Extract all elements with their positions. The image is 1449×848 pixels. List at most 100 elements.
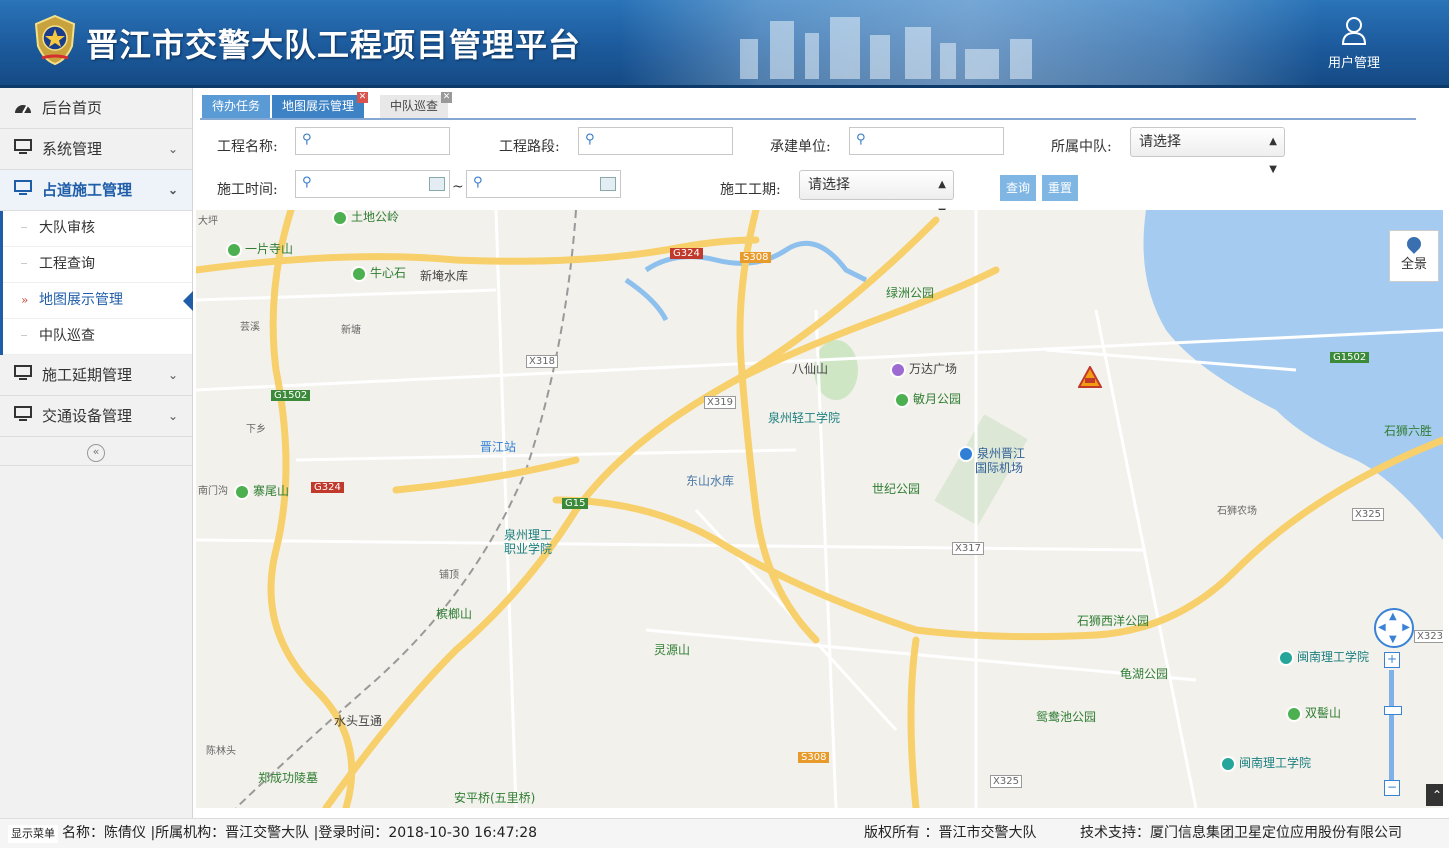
search-icon: ⚲	[473, 175, 483, 190]
road-sign: G15	[562, 498, 589, 509]
sidebar-item-extension[interactable]: 施工延期管理 ⌄	[0, 355, 192, 396]
zoom-in-button[interactable]: +	[1384, 652, 1400, 668]
map-label: 闽南理工学院	[1220, 754, 1311, 772]
map-label: 八仙山	[792, 362, 829, 376]
pan-up-icon[interactable]: ▲	[1389, 611, 1397, 622]
sidebar-subitem-project-query[interactable]: ┄ 工程查询	[3, 247, 192, 283]
map-label: 下乡	[246, 424, 266, 435]
map-pan-control[interactable]: ▲ ▼ ◀ ▶	[1374, 608, 1414, 648]
sidebar-item-system[interactable]: 系统管理 ⌄	[0, 129, 192, 170]
map-label: 绿洲公园	[886, 286, 935, 300]
panorama-button[interactable]: 全景	[1389, 230, 1439, 282]
map-label: 水头互通	[334, 714, 383, 728]
tree-line-icon: ┄	[21, 259, 28, 270]
sidebar-subitem-squad-patrol[interactable]: ┄ 中队巡查	[3, 319, 192, 355]
tree-line-icon: ┄	[21, 331, 28, 342]
project-name-label: 工程名称:	[217, 139, 278, 155]
map-label: 土地公岭	[332, 210, 399, 226]
project-road-label: 工程路段:	[499, 139, 560, 155]
squad-label: 所属中队:	[1051, 139, 1112, 155]
zoom-out-button[interactable]: −	[1384, 780, 1400, 796]
close-icon[interactable]: ✕	[441, 92, 453, 103]
chevron-down-icon: ⌄	[167, 368, 178, 382]
double-chevron-left-icon: «	[87, 444, 105, 462]
user-management-button[interactable]: 用户管理	[1318, 16, 1390, 76]
sidebar-item-traffic-equipment[interactable]: 交通设备管理 ⌄	[0, 396, 192, 437]
map-label: 泉州轻工学院	[768, 411, 841, 425]
map-label: 郑成功陵墓	[258, 771, 319, 785]
show-menu-button[interactable]: 显示菜单	[8, 825, 58, 843]
park-icon	[894, 391, 910, 408]
map-label: 晋江站	[480, 440, 517, 454]
reset-button[interactable]: 重置	[1042, 175, 1079, 201]
map-label: 万达广场	[890, 360, 957, 378]
map-label: 陈林头	[206, 746, 236, 757]
sidebar-subitem-map-display[interactable]: » 地图展示管理	[3, 283, 193, 319]
query-button[interactable]: 查询	[1000, 175, 1037, 201]
road-sign: G1502	[1330, 352, 1370, 363]
squad-select-value: 请选择	[1139, 134, 1181, 150]
search-icon: ⚲	[585, 132, 595, 147]
park-icon	[234, 483, 250, 500]
user-management-label: 用户管理	[1327, 56, 1380, 71]
double-chevron-right-icon: »	[21, 293, 29, 307]
road-sign: G1502	[271, 390, 311, 401]
contractor-label: 承建单位:	[770, 139, 831, 155]
map-label: 新埯水库	[420, 269, 469, 283]
header-banner: 晋江市交警大队工程项目管理平台 用户管理	[0, 0, 1449, 88]
map-label: 石狮六胜	[1384, 424, 1433, 438]
construction-period-select[interactable]: 请选择▲▼	[799, 170, 954, 218]
sidebar-subitem-label: 地图展示管理	[39, 292, 123, 308]
pan-right-icon[interactable]: ▶	[1402, 622, 1410, 633]
road-sign: G324	[311, 482, 344, 493]
close-icon[interactable]: ✕	[357, 92, 369, 103]
monitor-icon	[14, 356, 32, 396]
squad-select[interactable]: 请选择 ▲ ▼	[1130, 127, 1285, 175]
project-road-input[interactable]: ⚲	[578, 127, 733, 155]
construction-warning-icon[interactable]	[1078, 366, 1102, 388]
panorama-label: 全景	[1400, 257, 1427, 272]
road-sign: X319	[704, 396, 736, 409]
sidebar-item-home[interactable]: 后台首页	[0, 88, 192, 129]
sidebar-subitem-squad-review[interactable]: ┄ 大队审核	[3, 211, 192, 247]
pan-left-icon[interactable]: ◀	[1378, 622, 1386, 633]
pan-down-icon[interactable]: ▼	[1389, 634, 1397, 645]
map-label: 闽南理工学院	[1278, 648, 1369, 666]
map-view[interactable]: 大坪 土地公岭 一片寺山 牛心石 新埯水库 芸溪 新塘 X318 G1502 下…	[196, 210, 1443, 808]
sidebar-collapse-button[interactable]: «	[0, 437, 192, 466]
construction-time-label: 施工时间:	[217, 182, 278, 198]
zoom-slider-thumb[interactable]	[1384, 706, 1402, 715]
double-chevron-up-icon: ⌃	[1431, 788, 1443, 802]
map-label: 安平桥(五里桥)	[454, 791, 536, 805]
map-label: 一片寺山	[226, 240, 293, 258]
map-label: 龟湖公园	[1120, 667, 1169, 681]
police-emblem-icon	[34, 14, 76, 66]
sidebar-item-road-construction[interactable]: 占道施工管理 ⌄	[0, 170, 192, 211]
airport-label: 泉州晋江 国际机场	[958, 446, 1025, 475]
tab-bar: 待办任务 地图展示管理 ✕ 中队巡查 ✕	[200, 92, 1416, 120]
map-label: 石狮西洋公园	[1077, 614, 1150, 628]
chevron-down-icon: ⌄	[167, 142, 178, 156]
road-sign: X325	[1352, 508, 1384, 521]
dashboard-icon	[14, 89, 32, 129]
road-sign: X318	[526, 355, 558, 368]
back-to-top-button[interactable]: ⌃	[1426, 784, 1443, 806]
end-date-input[interactable]: ⚲	[466, 170, 621, 198]
start-date-input[interactable]: ⚲	[295, 170, 450, 198]
monitor-icon	[14, 397, 32, 437]
chevron-down-icon: ⌄	[167, 183, 178, 197]
contractor-input[interactable]: ⚲	[849, 127, 1004, 155]
road-sign: X323	[1414, 630, 1443, 643]
submenu-road-construction: ┄ 大队审核 ┄ 工程查询 » 地图展示管理 ┄ 中队巡查	[0, 211, 193, 355]
calendar-icon[interactable]	[429, 177, 445, 191]
sidebar-subitem-label: 中队巡查	[39, 328, 95, 344]
project-name-input[interactable]: ⚲	[295, 127, 450, 155]
tab-map-display[interactable]: 地图展示管理 ✕	[272, 92, 369, 118]
zoom-slider-track[interactable]	[1389, 670, 1394, 780]
tab-squad-patrol[interactable]: 中队巡查 ✕	[380, 92, 453, 118]
city-skyline-image	[620, 0, 1320, 85]
sidebar-subitem-label: 大队审核	[39, 220, 95, 236]
tab-todo[interactable]: 待办任务	[202, 95, 271, 118]
calendar-icon[interactable]	[600, 177, 616, 191]
search-icon: ⚲	[302, 132, 312, 147]
